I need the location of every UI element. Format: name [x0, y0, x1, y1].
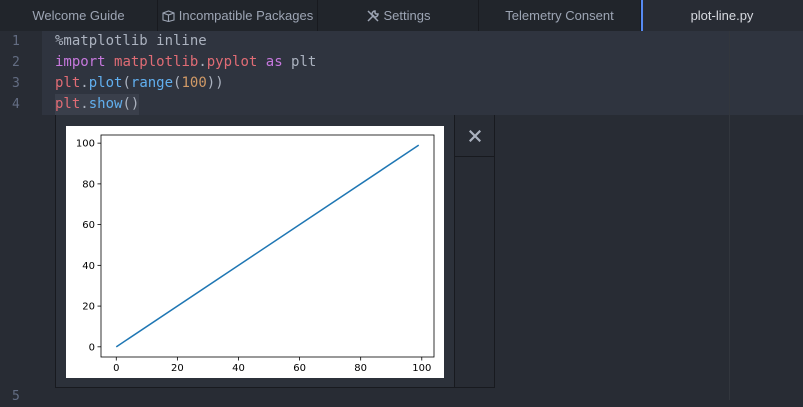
tab-bar: Welcome Guide Incompatible Packages Settin… — [0, 0, 803, 32]
code-token: pyplot — [206, 54, 258, 70]
code-token: range — [130, 75, 174, 91]
wrap-guide — [729, 31, 730, 400]
close-result-button[interactable] — [455, 115, 494, 156]
tab-label: Settings — [383, 8, 431, 23]
code-token: () — [122, 96, 140, 112]
code-token: )) — [206, 75, 224, 91]
line-number: 4 — [12, 97, 20, 112]
code-token: show — [88, 96, 123, 112]
code-line[interactable]: import matplotlib.pyplot as plt — [55, 52, 316, 73]
tab-welcome-guide[interactable]: Welcome Guide — [0, 0, 158, 31]
y-tick-label: 0 — [89, 342, 95, 353]
tab-incompatible-packages[interactable]: Incompatible Packages — [158, 0, 318, 31]
x-tick-label: 40 — [232, 363, 245, 374]
code-token: plot — [88, 75, 123, 91]
x-tick-label: 100 — [412, 363, 431, 374]
code-token: plt — [282, 54, 317, 70]
code-token: import — [55, 54, 106, 70]
code-line[interactable]: %matplotlib inline — [55, 31, 207, 52]
tab-label: Incompatible Packages — [178, 8, 314, 23]
tab-plot-line-py[interactable]: plot-line.py — [641, 0, 803, 31]
code-line[interactable]: plt.plot(range(100)) — [55, 73, 224, 94]
code-line[interactable]: plt.show() — [55, 94, 139, 115]
line-number: 1 — [12, 34, 20, 49]
x-tick-label: 20 — [171, 363, 184, 374]
y-tick-label: 60 — [82, 220, 95, 231]
x-tick-label: 80 — [354, 363, 367, 374]
line-number: 2 — [12, 55, 20, 70]
code-token: matplotlib — [114, 54, 199, 70]
tab-label: plot-line.py — [690, 8, 754, 23]
close-icon — [468, 129, 481, 142]
result-sidebar — [454, 115, 495, 388]
x-tick-label: 60 — [293, 363, 306, 374]
code-token: . — [80, 96, 89, 112]
y-tick-label: 80 — [82, 179, 95, 190]
tab-label: Telemetry Consent — [505, 8, 614, 23]
code-token: . — [80, 75, 89, 91]
plot-output: 0 20 40 60 80 100 0 20 40 60 80 100 — [66, 126, 444, 378]
line-chart: 0 20 40 60 80 100 0 20 40 60 80 100 — [76, 134, 435, 374]
code-token: ( — [122, 75, 131, 91]
y-tick-label: 20 — [82, 302, 95, 313]
y-tick-label: 100 — [76, 139, 95, 150]
tools-icon — [366, 9, 380, 23]
divider — [455, 156, 494, 157]
tab-label: Welcome Guide — [32, 8, 125, 23]
tab-telemetry-consent[interactable]: Telemetry Consent — [479, 0, 641, 31]
code-token: %matplotlib inline — [55, 33, 207, 49]
package-icon — [162, 9, 175, 22]
code-token: . — [198, 54, 207, 70]
line-number: 3 — [12, 76, 20, 91]
code-token: plt — [55, 96, 81, 112]
x-tick-label: 0 — [113, 363, 119, 374]
code-token: as — [265, 54, 283, 70]
code-token: 100 — [181, 75, 207, 91]
y-tick-label: 40 — [82, 261, 95, 272]
line-number-gutter: 1 2 3 4 5 — [0, 31, 42, 404]
line-number: 5 — [12, 389, 20, 404]
series-line — [115, 144, 420, 348]
code-token: plt — [55, 75, 81, 91]
tab-settings[interactable]: Settings — [318, 0, 479, 31]
